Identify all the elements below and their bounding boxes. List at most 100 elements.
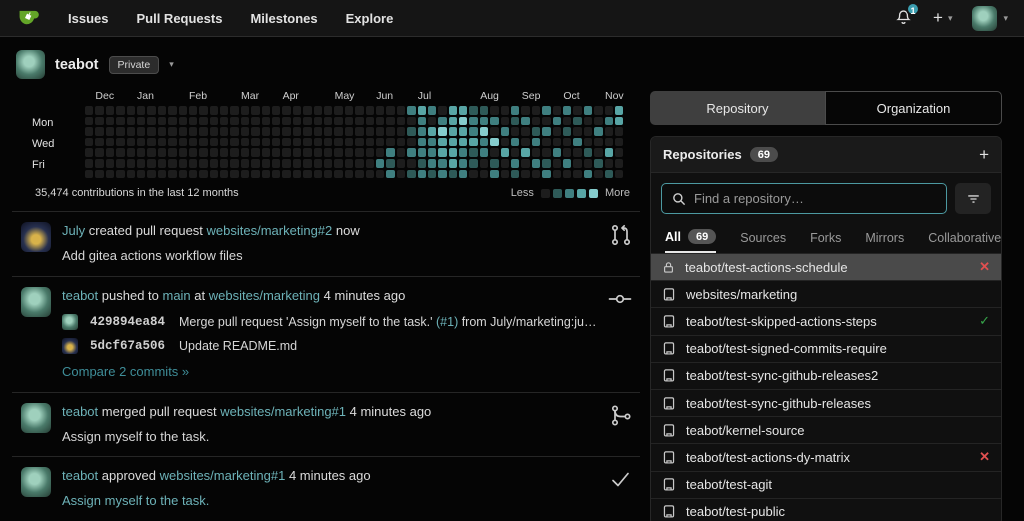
heatmap-cell[interactable] (188, 106, 198, 115)
heatmap-cell[interactable] (95, 116, 104, 126)
feed-link[interactable]: July (62, 223, 85, 238)
heatmap-cell[interactable] (85, 127, 94, 136)
heatmap-cell[interactable] (490, 169, 499, 179)
heatmap-cell[interactable] (448, 148, 458, 157)
heatmap-cell[interactable] (147, 169, 156, 179)
heatmap-cell[interactable] (272, 169, 281, 179)
heatmap-cell[interactable] (604, 158, 613, 168)
heatmap-cell[interactable] (594, 137, 603, 147)
heatmap-cell[interactable] (313, 127, 322, 136)
heatmap-cell[interactable] (511, 116, 520, 126)
heatmap-cell[interactable] (375, 148, 385, 157)
heatmap-cell[interactable] (583, 106, 593, 115)
heatmap-cell[interactable] (147, 137, 156, 147)
heatmap-cell[interactable] (126, 116, 135, 126)
heatmap-cell[interactable] (417, 169, 426, 179)
heatmap-cell[interactable] (220, 169, 229, 179)
heatmap-cell[interactable] (261, 116, 271, 126)
gitea-logo-icon[interactable] (16, 7, 42, 29)
heatmap-cell[interactable] (386, 106, 395, 115)
heatmap-cell[interactable] (427, 116, 437, 126)
heatmap-cell[interactable] (573, 137, 582, 147)
heatmap-cell[interactable] (521, 116, 530, 126)
heatmap-cell[interactable] (448, 127, 458, 136)
heatmap-cell[interactable] (220, 137, 229, 147)
heatmap-cell[interactable] (594, 169, 603, 179)
heatmap-cell[interactable] (240, 127, 250, 136)
heatmap-cell[interactable] (427, 137, 437, 147)
heatmap-cell[interactable] (427, 148, 437, 157)
heatmap-cell[interactable] (386, 137, 395, 147)
heatmap-cell[interactable] (542, 137, 551, 147)
repo-filter-forks[interactable]: Forks (810, 222, 841, 253)
heatmap-cell[interactable] (147, 127, 156, 136)
heatmap-cell[interactable] (542, 106, 551, 115)
heatmap-cell[interactable] (417, 116, 426, 126)
heatmap-cell[interactable] (438, 127, 447, 136)
heatmap-cell[interactable] (583, 169, 593, 179)
repo-list-item[interactable]: teabot/test-actions-dy-matrix ✕ (651, 443, 1001, 470)
heatmap-cell[interactable] (323, 137, 333, 147)
heatmap-cell[interactable] (417, 106, 426, 115)
heatmap-cell[interactable] (251, 148, 260, 157)
heatmap-cell[interactable] (604, 116, 613, 126)
heatmap-cell[interactable] (562, 148, 572, 157)
heatmap-cell[interactable] (562, 127, 572, 136)
heatmap-cell[interactable] (188, 127, 198, 136)
heatmap-cell[interactable] (303, 158, 312, 168)
heatmap-cell[interactable] (365, 137, 374, 147)
heatmap-cell[interactable] (396, 158, 406, 168)
heatmap-cell[interactable] (85, 116, 94, 126)
tab-repository[interactable]: Repository (650, 91, 825, 125)
heatmap-cell[interactable] (261, 169, 271, 179)
heatmap-cell[interactable] (261, 106, 271, 115)
heatmap-cell[interactable] (573, 148, 582, 157)
heatmap-cell[interactable] (168, 127, 177, 136)
heatmap-cell[interactable] (386, 116, 395, 126)
heatmap-cell[interactable] (220, 127, 229, 136)
heatmap-cell[interactable] (594, 158, 603, 168)
heatmap-cell[interactable] (614, 158, 624, 168)
feed-link[interactable]: main (162, 288, 190, 303)
heatmap-cell[interactable] (116, 148, 125, 157)
heatmap-cell[interactable] (562, 137, 572, 147)
heatmap-cell[interactable] (95, 148, 104, 157)
heatmap-cell[interactable] (323, 158, 333, 168)
heatmap-cell[interactable] (240, 169, 250, 179)
compare-commits-link[interactable]: Compare 2 commits » (62, 363, 598, 382)
heatmap-cell[interactable] (334, 106, 343, 115)
heatmap-cell[interactable] (272, 137, 281, 147)
heatmap-cell[interactable] (459, 148, 468, 157)
user-avatar[interactable] (21, 286, 51, 317)
heatmap-cell[interactable] (272, 106, 281, 115)
repo-list-item[interactable]: teabot/test-agit (651, 470, 1001, 498)
heatmap-cell[interactable] (323, 127, 333, 136)
heatmap-cell[interactable] (511, 158, 520, 168)
heatmap-cell[interactable] (573, 169, 582, 179)
heatmap-cell[interactable] (240, 137, 250, 147)
heatmap-cell[interactable] (220, 158, 229, 168)
heatmap-cell[interactable] (303, 106, 312, 115)
heatmap-cell[interactable] (157, 116, 167, 126)
heatmap-cell[interactable] (448, 116, 458, 126)
heatmap-cell[interactable] (614, 137, 624, 147)
heatmap-cell[interactable] (355, 158, 364, 168)
feed-link[interactable]: websites/marketing (209, 288, 320, 303)
repo-list-item[interactable]: websites/marketing (651, 280, 1001, 307)
heatmap-cell[interactable] (344, 169, 354, 179)
heatmap-cell[interactable] (542, 127, 551, 136)
heatmap-cell[interactable] (344, 116, 354, 126)
heatmap-cell[interactable] (355, 169, 364, 179)
heatmap-cell[interactable] (282, 158, 291, 168)
heatmap-cell[interactable] (168, 169, 177, 179)
heatmap-cell[interactable] (355, 148, 364, 157)
heatmap-cell[interactable] (209, 137, 219, 147)
heatmap-cell[interactable] (199, 116, 208, 126)
heatmap-cell[interactable] (386, 169, 395, 179)
heatmap-cell[interactable] (240, 116, 250, 126)
heatmap-cell[interactable] (438, 137, 447, 147)
heatmap-cell[interactable] (292, 169, 302, 179)
heatmap-cell[interactable] (511, 106, 520, 115)
feed-link[interactable]: websites/marketing#1 (160, 468, 286, 483)
heatmap-cell[interactable] (240, 158, 250, 168)
